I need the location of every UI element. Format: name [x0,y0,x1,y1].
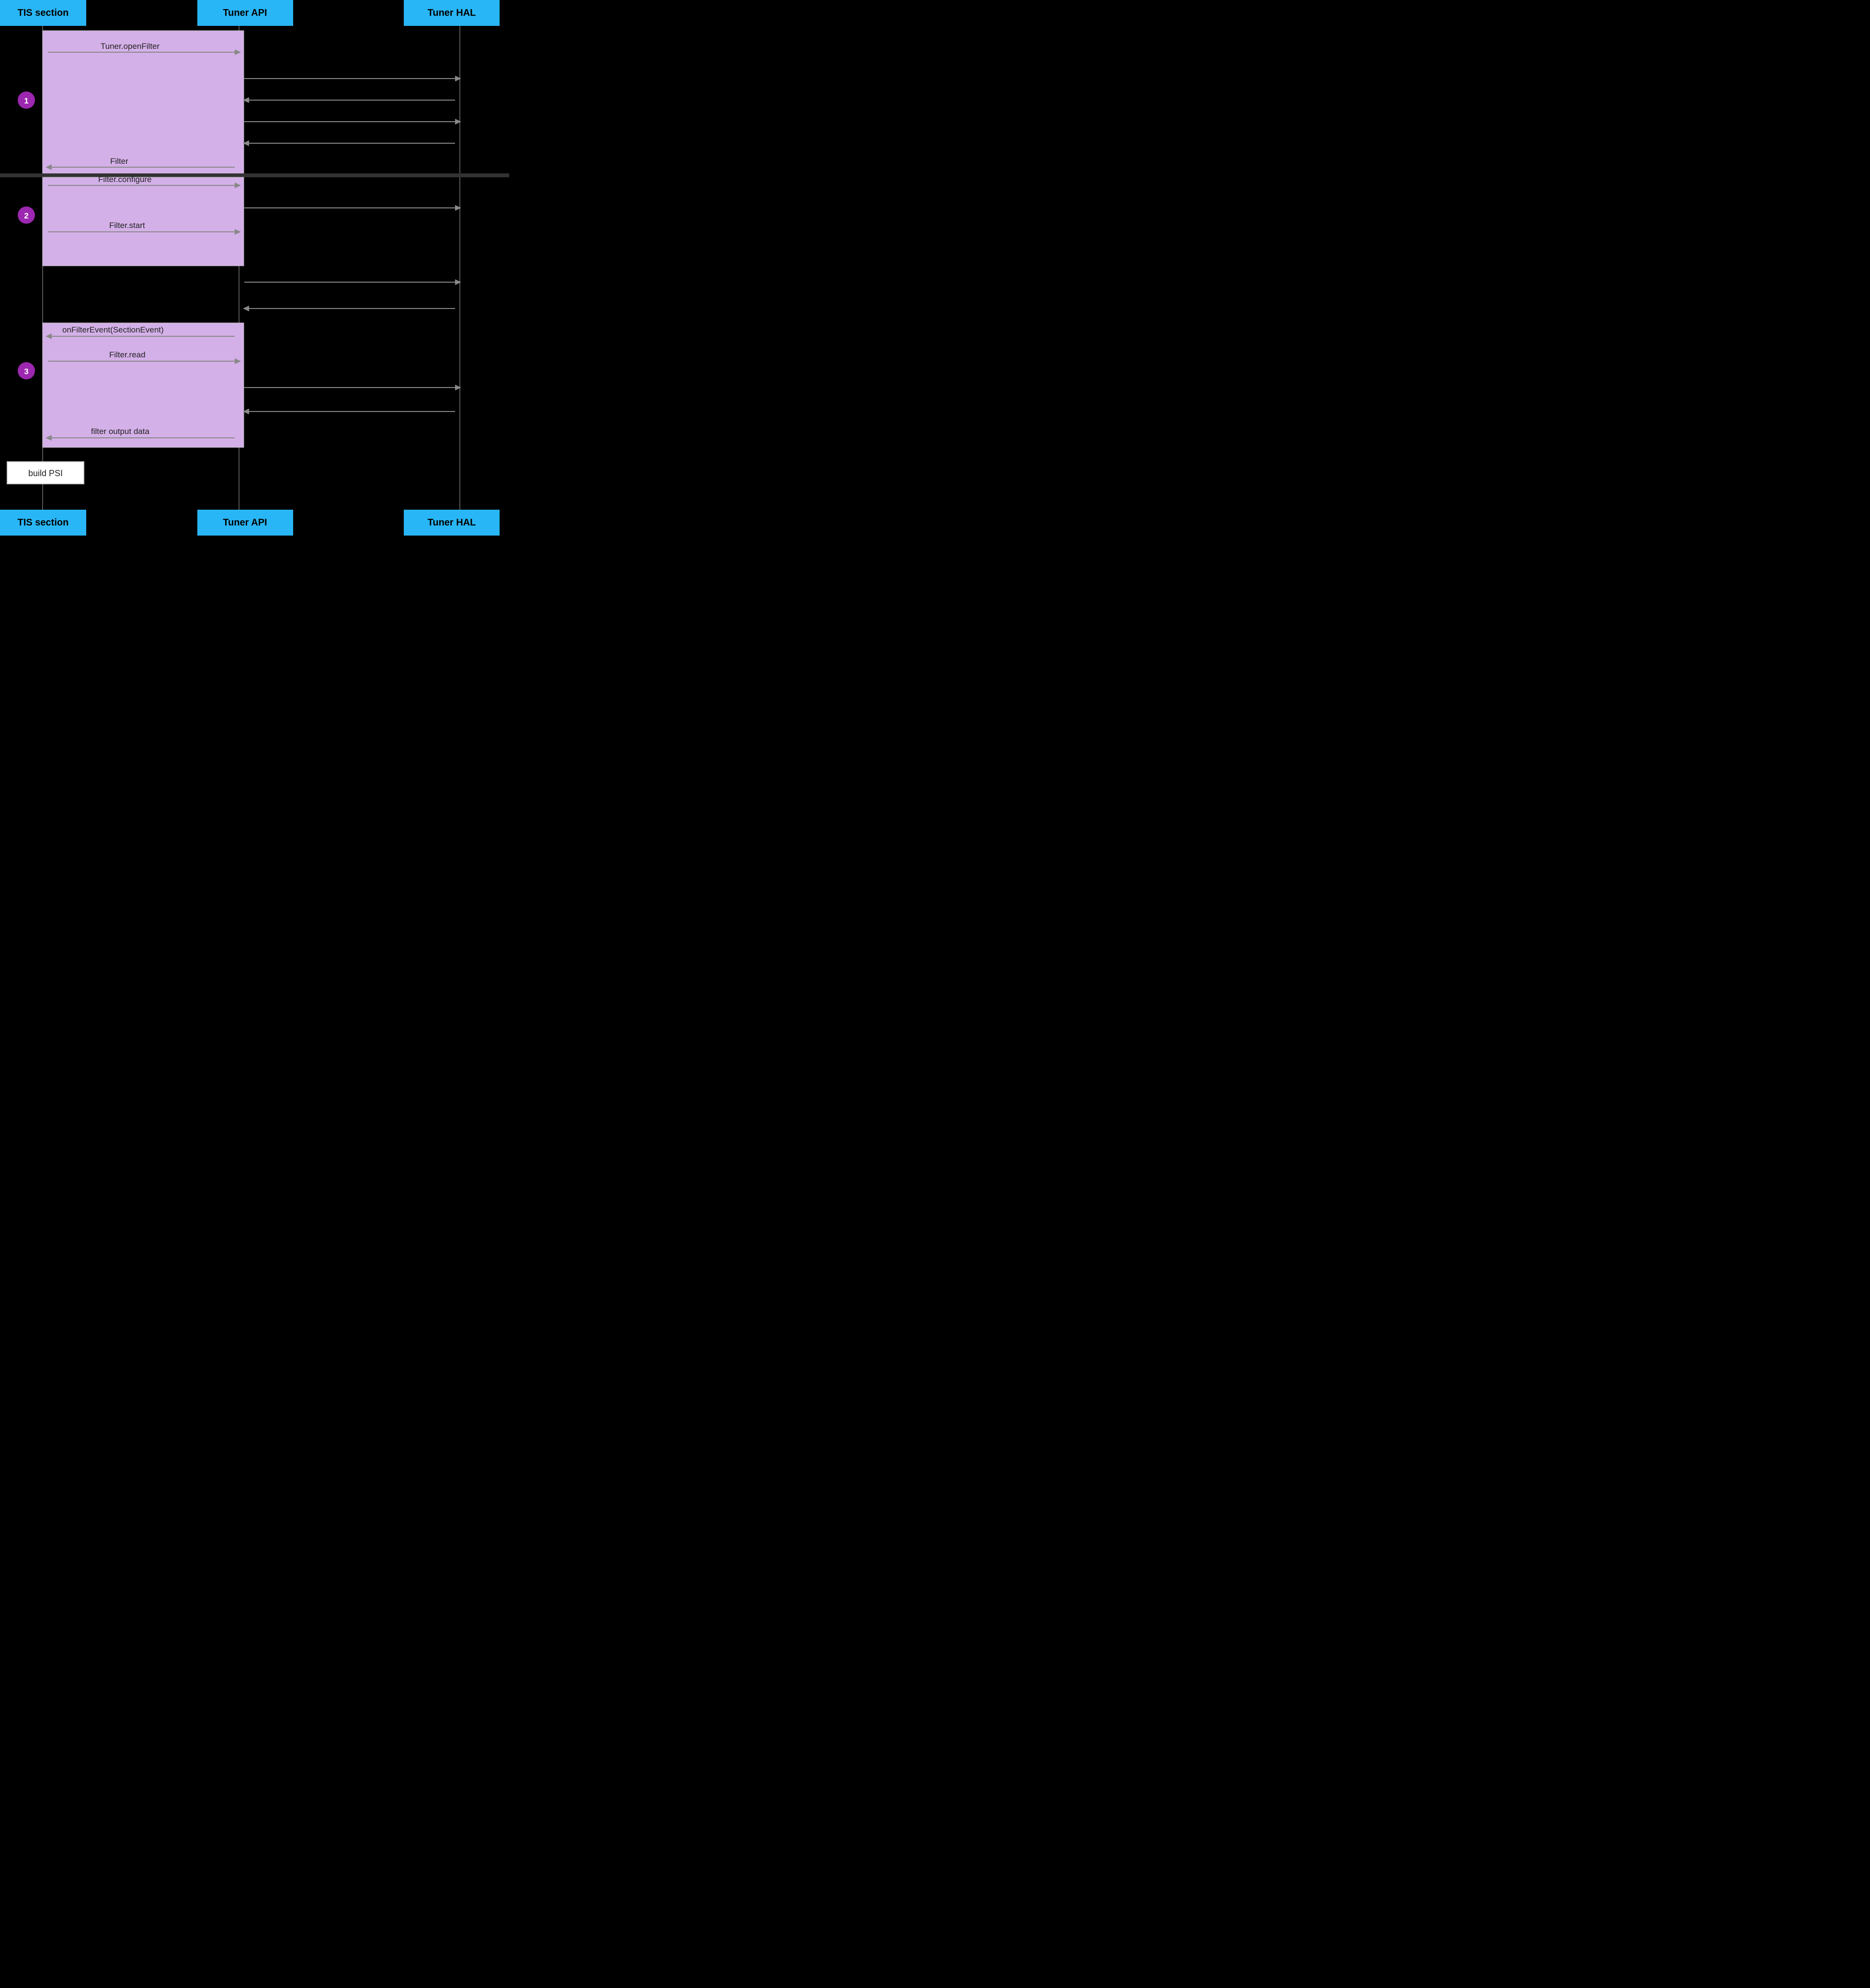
label-read: Filter.read [109,350,146,359]
arrow-head-hal3 [455,205,461,211]
label-configure: Filter.configure [98,175,152,184]
arrow-head-hal2 [455,119,461,125]
api-header: Tuner API [197,0,293,26]
api-footer: Tuner API [197,510,293,536]
divider-1 [0,173,509,177]
hal-header: Tuner HAL [404,0,500,26]
label-start: Filter.start [109,221,145,230]
build-psi-label: build PSI [28,468,63,478]
step-label-1: 1 [24,96,28,105]
footer-bar: TIS section Tuner API Tuner HAL [0,510,509,536]
arrow-head-hal5 [455,385,461,390]
arrow-head-hal4 [455,279,461,285]
tis-header: TIS section [0,0,86,26]
sequence-diagram: TIS section Tuner API Tuner HAL Tuner.op… [0,0,509,536]
hal-footer: Tuner HAL [404,510,500,536]
arrow-head-hal-ret3 [243,306,249,311]
label-output-data: filter output data [91,427,149,436]
header-bar: TIS section Tuner API Tuner HAL [0,0,509,26]
step-label-3: 3 [24,367,28,376]
arrow-head-hal1 [455,76,461,81]
diagram-svg: Tuner.openFilter Filter 1 Filter.configu… [0,26,509,510]
label-filter: Filter [110,157,128,166]
step-label-2: 2 [24,211,28,220]
label-open-filter: Tuner.openFilter [101,42,160,51]
tis-footer: TIS section [0,510,86,536]
label-filter-event: onFilterEvent(SectionEvent) [62,325,164,334]
